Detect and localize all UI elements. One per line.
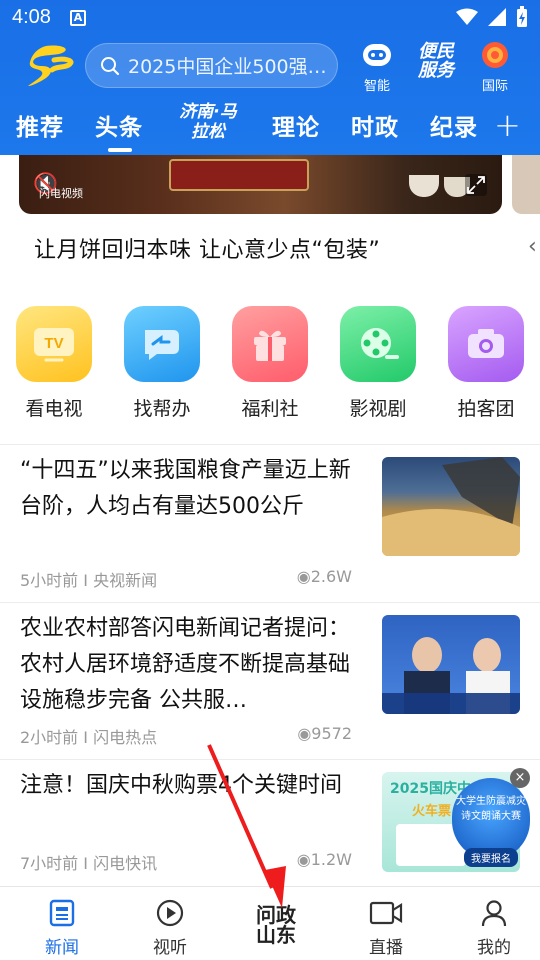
ticket-thumb-subtitle: 火车票 [412, 804, 452, 819]
eye-icon: ◉ [296, 567, 311, 586]
news-meta: 2小时前 I 闪电热点 [20, 728, 158, 747]
film-reel-icon [340, 306, 416, 382]
international-label: 国际 [481, 79, 508, 94]
search-placeholder: 2025中国企业500强… [128, 56, 327, 78]
nav-news[interactable]: 新闻 [22, 899, 102, 958]
tab-recommend[interactable]: 推荐 [16, 108, 64, 142]
video-camera-icon [369, 901, 403, 925]
event-badge-line1: 大学生防震减灾 [456, 796, 526, 807]
convenience-service-button[interactable]: 便民服务 [411, 40, 461, 80]
tab-headlines[interactable]: 头条 [95, 108, 143, 152]
ask-politics-logo: 问政山东 [256, 903, 296, 947]
tv-icon: TV [16, 306, 92, 382]
shortcut-label: 拍客团 [457, 398, 515, 420]
shortcut-find-help[interactable]: 找帮办 [117, 306, 207, 421]
chevron-left-icon: ‹ [528, 234, 537, 259]
search-icon [101, 56, 120, 75]
news-item[interactable]: “十四五”以来我国粮食产量迈上新台阶，人均占有量达500公斤 5小时前 I 央视… [0, 445, 540, 603]
news-meta: 5小时前 I 央视新闻 [20, 571, 158, 590]
globe-flower-icon [482, 42, 508, 68]
news-title: 农业农村部答闪电新闻记者提问：农村人居环境舒适度不断提高基础设施稳步完备 公共服… [20, 616, 351, 713]
tab-theory[interactable]: 理论 [272, 108, 320, 142]
status-icons [456, 6, 528, 28]
nav-label: 视听 [153, 938, 187, 958]
eye-icon: ◉ [297, 724, 312, 743]
news-title: 注意！国庆中秋购票4个关键时间 [20, 773, 342, 798]
next-banner-peek [512, 155, 540, 214]
user-icon [481, 900, 507, 927]
shortcut-label: 影视剧 [349, 398, 407, 420]
news-view-count: 2.6W [310, 567, 352, 586]
news-views: ◉2.6W [297, 567, 352, 586]
svg-text:TV: TV [44, 335, 63, 352]
play-circle-icon [156, 899, 184, 927]
event-badge-button: 我要报名 [464, 848, 518, 867]
status-bar: 4:08 A [0, 0, 540, 36]
chat-bubble-icon [124, 306, 200, 382]
status-time: 4:08 [12, 6, 51, 28]
channel-tabs: 推荐 头条 济南·马拉松 理论 时政 纪录 + [0, 100, 540, 154]
shortcut-label: 找帮办 [133, 398, 191, 420]
nav-audio-video[interactable]: 视听 [130, 899, 210, 958]
app-header: 4:08 A 2025中国企业500强… 智能 便民服务 国际 推荐 头条 济南… [0, 0, 540, 155]
news-icon [49, 899, 75, 927]
news-views: ◉1.2W [297, 850, 352, 869]
banner-headline[interactable]: 让月饼回归本味 让心意少点“包装” [34, 232, 380, 264]
news-meta: 7小时前 I 闪电快讯 [20, 854, 158, 873]
news-view-count: 9572 [311, 724, 352, 743]
nav-label: 直播 [369, 938, 403, 958]
nav-ask-politics-shandong[interactable]: 问政山东 [236, 905, 316, 945]
shortcut-label: 福利社 [241, 398, 299, 420]
news-view-count: 1.2W [310, 850, 352, 869]
fullscreen-icon[interactable] [464, 173, 488, 197]
notification-a-icon: A [70, 10, 86, 26]
tab-politics[interactable]: 时政 [351, 108, 399, 142]
nav-label: 我的 [477, 938, 511, 958]
shortcut-label: 看电视 [25, 398, 83, 420]
bottom-navigation: 新闻 视听 问政山东 直播 我的 [0, 886, 540, 960]
tab-jinan-marathon[interactable]: 济南·马拉松 [168, 100, 248, 146]
robot-icon [363, 44, 391, 66]
app-logo-icon[interactable] [24, 42, 80, 88]
international-button[interactable]: 国际 [470, 40, 520, 94]
shortcut-tv-series[interactable]: 影视剧 [333, 306, 423, 421]
tab-jinan-marathon-label: 济南·马拉松 [179, 102, 237, 142]
shortcut-watch-tv[interactable]: TV 看电视 [9, 306, 99, 421]
smart-label: 智能 [363, 79, 390, 94]
nav-live[interactable]: 直播 [346, 899, 426, 958]
news-item[interactable]: 农业农村部答闪电新闻记者提问：农村人居环境舒适度不断提高基础设施稳步完备 公共服… [0, 603, 540, 760]
search-box[interactable]: 2025中国企业500强… [85, 43, 338, 88]
nav-mine[interactable]: 我的 [454, 899, 534, 958]
close-icon[interactable]: × [510, 768, 530, 788]
nav-label: 新闻 [45, 938, 79, 958]
eye-icon: ◉ [296, 850, 311, 869]
smart-assistant-button[interactable]: 智能 [352, 40, 402, 94]
convenience-service-logo: 便民服务 [418, 41, 454, 81]
camera-icon [448, 306, 524, 382]
service-shortcuts: TV 看电视 找帮办 福利社 影视剧 拍客团 [0, 306, 540, 426]
news-thumbnail-press [382, 615, 520, 714]
add-channel-icon[interactable]: + [494, 106, 521, 144]
news-thumbnail-grain [382, 457, 520, 556]
gift-icon [232, 306, 308, 382]
signal-icon [488, 8, 506, 26]
video-banner[interactable]: 🔇 闪电视频 [19, 155, 502, 214]
banner-image-cup [409, 175, 439, 197]
shortcut-photo-team[interactable]: 拍客团 [441, 306, 531, 421]
banner-caption: 闪电视频 [39, 187, 83, 200]
shortcut-welfare[interactable]: 福利社 [225, 306, 315, 421]
tab-documentary[interactable]: 纪录 [430, 108, 478, 142]
battery-icon [517, 6, 527, 27]
news-title: “十四五”以来我国粮食产量迈上新台阶，人均占有量达500公斤 [20, 458, 351, 519]
event-badge-line2: 诗文朗诵大赛 [461, 811, 521, 822]
wifi-icon [456, 8, 478, 25]
header-top-row: 2025中国企业500强… 智能 便民服务 国际 [0, 40, 540, 94]
news-views: ◉9572 [297, 724, 352, 743]
event-float-badge[interactable]: 大学生防震减灾 诗文朗诵大赛 我要报名 [452, 778, 530, 867]
banner-image-chest [169, 159, 309, 191]
